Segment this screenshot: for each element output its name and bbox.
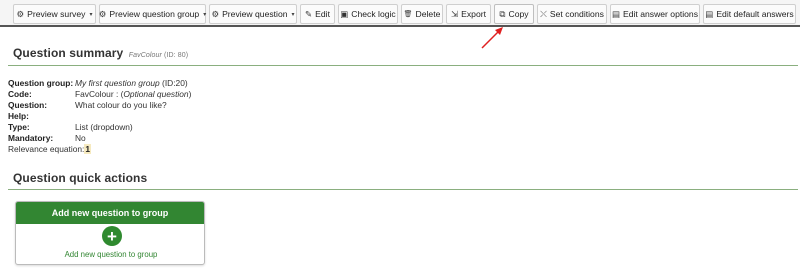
edit-label: Edit — [315, 9, 330, 19]
copy-icon: ⧉ — [499, 8, 506, 19]
list-icon: ▤ — [705, 8, 714, 19]
group-label: Question group: — [8, 77, 74, 88]
copy-button[interactable]: ⧉ Copy — [494, 4, 534, 24]
summary-row-mandatory: Mandatory: No — [8, 132, 408, 143]
set-conditions-button[interactable]: ⤬ Set conditions — [537, 4, 607, 24]
question-code: FavColour — [128, 52, 162, 59]
export-icon: ⇲ — [451, 8, 459, 19]
help-label: Help: — [8, 110, 29, 121]
question-value: What colour do you like? — [75, 99, 167, 110]
mandatory-label: Mandatory: — [8, 132, 54, 143]
conditions-icon: ⤬ — [540, 8, 547, 19]
chevron-down-icon: ▾ — [203, 11, 207, 18]
check-logic-button[interactable]: ▣ Check logic — [338, 4, 398, 24]
gear-icon: ⚙ — [98, 8, 107, 19]
edit-default-answers-button[interactable]: ▤ Edit default answers — [703, 4, 796, 24]
chevron-down-icon: ▾ — [291, 11, 295, 18]
summary-row-type: Type: List (dropdown) — [8, 121, 408, 132]
plus-circle-icon[interactable]: + — [102, 226, 122, 246]
quick-actions-title: Question quick actions — [13, 171, 148, 185]
trash-icon: 🗑 — [403, 10, 413, 18]
gear-icon: ⚙ — [16, 8, 25, 19]
group-value: My first question group (ID:20) — [75, 77, 188, 88]
add-question-link[interactable]: Add new question to group — [16, 250, 204, 259]
export-button[interactable]: ⇲ Export — [446, 4, 491, 24]
preview-question-label: Preview question — [222, 9, 288, 19]
question-summary-title: Question summary — [13, 46, 124, 60]
question-code-subtitle: FavColour (ID: 80) — [129, 52, 188, 59]
summary-row-group: Question group: My first question group … — [8, 77, 408, 88]
preview-question-button[interactable]: ⚙ Preview question ▾ — [209, 4, 297, 24]
question-summary-heading: Question summary FavColour (ID: 80) — [13, 46, 188, 60]
quick-actions-divider — [8, 189, 798, 190]
type-label: Type: — [8, 121, 30, 132]
question-toolbar: ⚙ Preview survey ▾ ⚙ Preview question gr… — [0, 0, 800, 27]
preview-survey-label: Preview survey — [27, 9, 86, 19]
list-icon: ▤ — [611, 8, 621, 19]
check-logic-label: Check logic — [351, 9, 396, 19]
set-conditions-label: Set conditions — [549, 9, 604, 19]
pencil-icon: ✎ — [305, 8, 313, 19]
check-logic-icon: ▣ — [340, 8, 349, 19]
edit-default-answers-label: Edit default answers — [716, 9, 794, 19]
type-value: List (dropdown) — [75, 121, 133, 132]
copy-label: Copy — [508, 9, 529, 19]
delete-button[interactable]: 🗑 Delete — [401, 4, 443, 24]
gear-icon: ⚙ — [211, 8, 220, 19]
mandatory-value: No — [75, 132, 86, 143]
summary-row-code: Code: FavColour : (Optional question) — [8, 88, 408, 99]
edit-button[interactable]: ✎ Edit — [300, 4, 335, 24]
delete-label: Delete — [415, 9, 441, 19]
code-label: Code: — [8, 88, 32, 99]
summary-divider — [8, 65, 798, 66]
question-label: Question: — [8, 99, 48, 110]
relevance-label: Relevance equation: — [8, 143, 85, 154]
export-label: Export — [461, 9, 486, 19]
summary-row-help: Help: — [8, 110, 408, 121]
quick-actions-heading: Question quick actions — [13, 171, 147, 185]
question-summary-details: Question group: My first question group … — [8, 77, 408, 154]
question-id: (ID: 80) — [164, 52, 189, 59]
edit-answer-options-label: Edit answer options — [623, 9, 699, 19]
add-question-card-title: Add new question to group — [16, 202, 204, 224]
chevron-down-icon: ▾ — [89, 11, 93, 18]
edit-answer-options-button[interactable]: ▤ Edit answer options — [610, 4, 700, 24]
preview-question-group-label: Preview question group — [109, 9, 200, 19]
relevance-equation: Relevance equation: 1 — [8, 143, 408, 154]
summary-row-question: Question: What colour do you like? — [8, 99, 408, 110]
add-question-card[interactable]: Add new question to group + Add new ques… — [15, 201, 205, 265]
relevance-value: 1 — [84, 143, 92, 154]
preview-survey-button[interactable]: ⚙ Preview survey ▾ — [13, 4, 96, 24]
preview-question-group-button[interactable]: ⚙ Preview question group ▾ — [99, 4, 206, 24]
code-value: FavColour : (Optional question) — [75, 88, 192, 99]
